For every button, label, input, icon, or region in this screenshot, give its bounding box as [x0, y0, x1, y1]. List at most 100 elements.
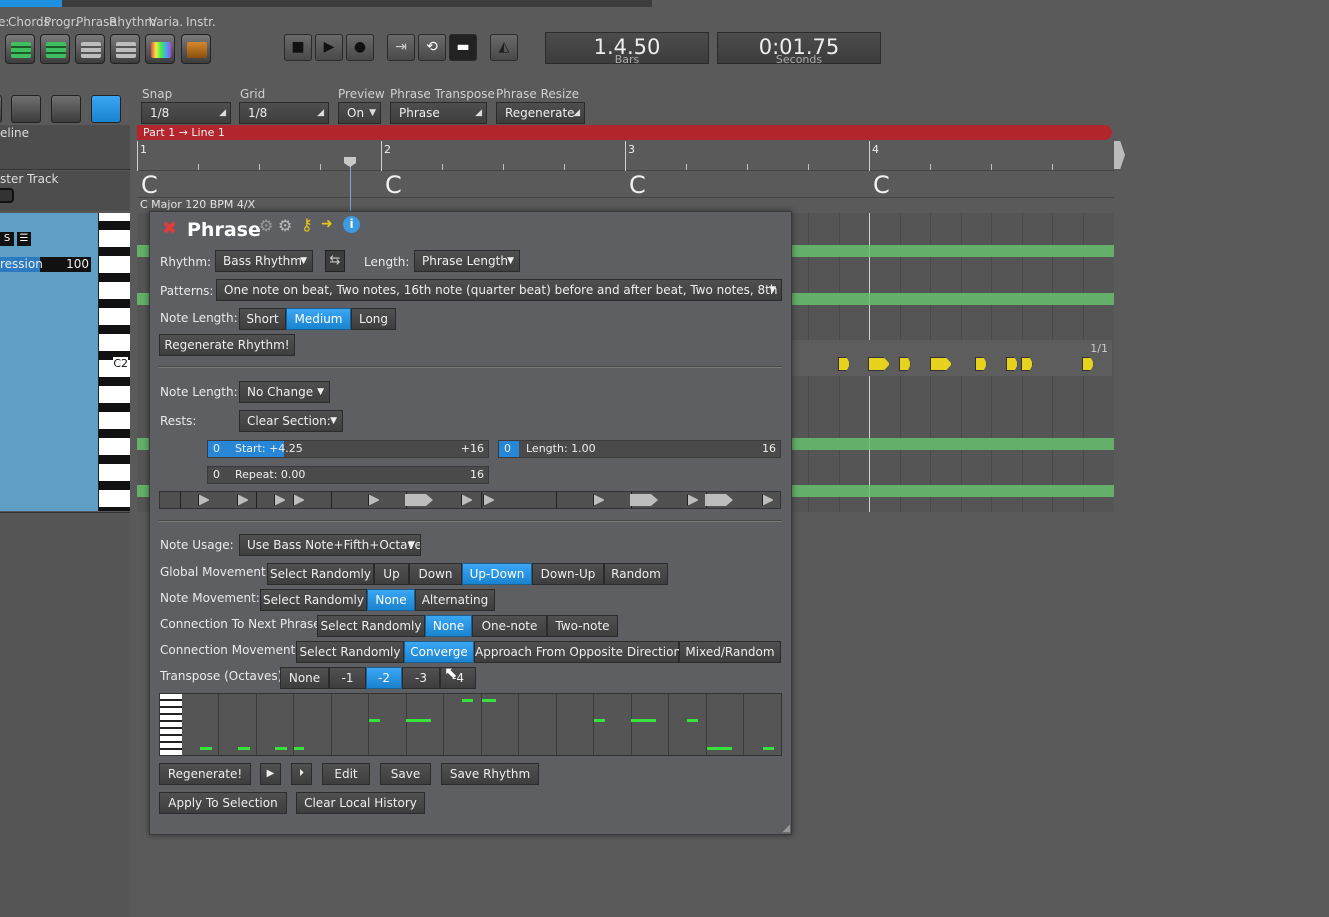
play-button[interactable]: ▶: [315, 34, 343, 61]
repeat-slider-text: Repeat: 0.00: [235, 468, 306, 481]
tools-icon[interactable]: ⚙: [259, 216, 273, 235]
save-button[interactable]: Save: [380, 763, 431, 785]
rests-select[interactable]: Clear Section: ▼: [239, 410, 343, 432]
chord-2[interactable]: C: [385, 171, 402, 199]
global-movement-down-up[interactable]: Down-Up: [532, 563, 604, 585]
metronome-icon[interactable]: ◭: [490, 34, 518, 61]
arrow-icon[interactable]: ➜: [321, 216, 333, 232]
transpose-minus-2[interactable]: -2: [366, 667, 402, 689]
length-slider-max: 16: [762, 442, 776, 455]
rhythm-preview-strip[interactable]: [159, 491, 781, 509]
length-select[interactable]: Phrase Length ▼: [414, 250, 520, 272]
transpose-none[interactable]: None: [280, 667, 329, 689]
close-icon[interactable]: ✖: [162, 218, 177, 239]
master-track-header: ster Track: [0, 171, 130, 211]
transpose-minus-3[interactable]: -3: [402, 667, 440, 689]
connection-next-select-randomly[interactable]: Select Randomly: [317, 615, 425, 637]
stop-button[interactable]: ■: [284, 34, 312, 61]
preview-select[interactable]: On ▼: [338, 102, 381, 124]
note-movement-alternating[interactable]: Alternating: [415, 589, 495, 611]
loop-toggle[interactable]: [0, 188, 14, 203]
phrase-transpose-select[interactable]: Phrase ◢: [390, 102, 487, 124]
clear-local-history-button[interactable]: Clear Local History: [296, 792, 425, 814]
note-length-long[interactable]: Long: [351, 308, 396, 330]
patterns-select[interactable]: One note on beat, Two notes, 16th note (…: [216, 279, 782, 301]
pattern-icon[interactable]: ▬: [449, 34, 477, 61]
note-length-short[interactable]: Short: [239, 308, 286, 330]
snap-select[interactable]: 1/8 ◢: [141, 102, 231, 124]
master-track-label: ster Track: [0, 172, 59, 186]
connection-movement-converge[interactable]: Converge: [404, 641, 474, 663]
length-slider[interactable]: 0 Length: 1.00 16: [498, 440, 781, 458]
layers-view-icon[interactable]: [51, 95, 81, 123]
regenerate-rhythm-button[interactable]: Regenerate Rhythm!: [159, 334, 295, 356]
global-movement-random[interactable]: Random: [604, 563, 668, 585]
transpose-minus-1[interactable]: -1: [329, 667, 366, 689]
connection-movement-mixed[interactable]: Mixed/Random: [679, 641, 781, 663]
expression-control[interactable]: ression 100: [0, 257, 91, 272]
phrase-resize-select[interactable]: Regenerate ◢: [496, 102, 585, 124]
connection-next-none[interactable]: None: [425, 615, 472, 637]
note-length-medium[interactable]: Medium: [286, 308, 351, 330]
info-icon[interactable]: i: [343, 216, 360, 233]
gear-icon[interactable]: ⚙: [278, 216, 292, 235]
regenerate-button[interactable]: Regenerate!: [159, 763, 251, 785]
variation-generator-icon[interactable]: [145, 34, 175, 64]
repeat-slider-max: 16: [470, 468, 484, 481]
menu-item-composition[interactable]: [0, 0, 62, 7]
piano-keyboard[interactable]: C2: [98, 213, 130, 511]
tracks-view-icon[interactable]: [11, 95, 41, 123]
rhythm-note-strip[interactable]: 1/1: [792, 340, 1112, 376]
left-empty-area: [0, 512, 130, 917]
phrase-generator-icon[interactable]: [75, 34, 105, 64]
chord-1[interactable]: C: [141, 171, 158, 199]
end-marker-icon[interactable]: [1113, 141, 1125, 169]
melody-preview[interactable]: [159, 693, 782, 756]
grid-select[interactable]: 1/8 ◢: [239, 102, 329, 124]
rhythm-select[interactable]: Bass Rhythm ▼: [215, 250, 313, 272]
note-usage-label: Note Usage:: [160, 538, 234, 552]
rhythm-generator-icon[interactable]: [110, 34, 140, 64]
phrase-view-icon[interactable]: [91, 95, 121, 123]
apply-to-selection-button[interactable]: Apply To Selection: [159, 792, 287, 814]
timeline-ruler[interactable]: 1 2 3 4: [137, 141, 1114, 171]
chord-track[interactable]: C C C C: [137, 171, 1114, 199]
connection-movement-approach[interactable]: Approach From Opposite Direction: [474, 641, 681, 663]
view-icon[interactable]: [0, 95, 2, 123]
save-rhythm-button[interactable]: Save Rhythm: [441, 763, 539, 785]
connection-next-two-note[interactable]: Two-note: [547, 615, 618, 637]
global-movement-up-down[interactable]: Up-Down: [462, 563, 532, 585]
menu-button[interactable]: ☰: [17, 232, 31, 246]
note-usage-select[interactable]: Use Bass Note+Fifth+Octave ▼: [239, 534, 421, 556]
repeat-slider[interactable]: 0 Repeat: 0.00 16: [207, 466, 489, 484]
timeline-label: eline: [0, 126, 30, 140]
key-icon[interactable]: ⚷: [301, 215, 313, 234]
chord-4[interactable]: C: [873, 171, 890, 199]
global-movement-up[interactable]: Up: [374, 563, 409, 585]
loop-icon[interactable]: ⟲: [418, 34, 446, 61]
note-movement-select-randomly[interactable]: Select Randomly: [260, 589, 367, 611]
start-slider[interactable]: 0 Start: +4.25 +16: [207, 440, 489, 458]
melody-keyboard: [160, 694, 182, 755]
play-from-start-button[interactable]: ⏵: [291, 763, 312, 785]
play-preview-button[interactable]: ▶: [260, 763, 281, 785]
record-button[interactable]: ●: [346, 34, 374, 61]
global-movement-select-randomly[interactable]: Select Randomly: [267, 563, 374, 585]
chord-3[interactable]: C: [629, 171, 646, 199]
edit-button[interactable]: Edit: [322, 763, 370, 785]
connection-movement-select-randomly[interactable]: Select Randomly: [296, 641, 404, 663]
part-bar[interactable]: Part 1 → Line 1: [137, 125, 1112, 140]
solo-button[interactable]: S: [0, 232, 14, 246]
preview-label: Preview: [338, 87, 385, 101]
instrument-generator-icon[interactable]: [181, 34, 211, 64]
rhythm-edit-icon[interactable]: ⇆: [325, 250, 345, 272]
toolbar-label-instr: Instr.: [186, 15, 216, 29]
note-movement-none[interactable]: None: [367, 589, 415, 611]
go-to-end-icon[interactable]: ⇥: [387, 34, 415, 61]
chords-generator-icon[interactable]: [5, 34, 35, 64]
global-movement-down[interactable]: Down: [409, 563, 462, 585]
resize-grip-icon[interactable]: ◢: [782, 823, 790, 834]
connection-next-one-note[interactable]: One-note: [472, 615, 547, 637]
progression-generator-icon[interactable]: [40, 34, 70, 64]
note-length2-select[interactable]: No Change ▼: [239, 381, 330, 403]
